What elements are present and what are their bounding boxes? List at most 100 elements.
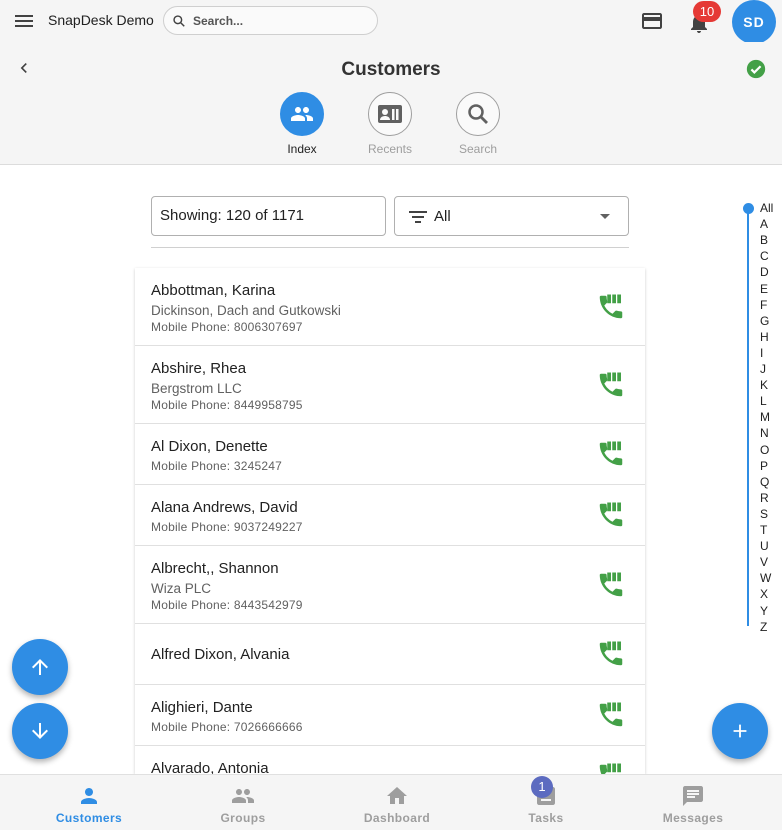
customer-company: Bergstrom LLC <box>151 381 242 396</box>
list-item[interactable]: Albrecht,, Shannon Wiza PLC Mobile Phone… <box>135 546 645 624</box>
alphabet-letter[interactable]: L <box>760 394 767 408</box>
customer-name: Albrecht,, Shannon <box>151 560 279 577</box>
alphabet-letter[interactable]: B <box>760 233 768 247</box>
alphabet-letter[interactable]: O <box>760 443 769 457</box>
nav-dashboard[interactable]: Dashboard <box>337 775 457 830</box>
alphabet-letter[interactable]: All <box>760 201 773 215</box>
alphabet-letter[interactable]: X <box>760 587 768 601</box>
search-icon <box>173 15 185 27</box>
top-app-bar: SnapDesk Demo 10 SD <box>0 0 782 44</box>
call-phone-icon[interactable] <box>596 370 626 400</box>
alphabet-letter[interactable]: F <box>760 298 767 312</box>
bottom-navigation: Customers Groups Dashboard Tasks Message… <box>0 774 782 830</box>
arrow-up-icon <box>32 659 48 675</box>
scroll-down-button[interactable] <box>12 703 68 759</box>
list-item[interactable]: Alvarado, Antonia <box>135 746 645 774</box>
groups-icon <box>232 789 254 803</box>
customer-company: Dickinson, Dach and Gutkowski <box>151 303 341 318</box>
call-phone-icon[interactable] <box>596 570 626 600</box>
plus-icon <box>733 724 747 738</box>
alphabet-selected-dot <box>743 203 754 214</box>
message-icon <box>683 786 703 806</box>
list-item[interactable]: Alighieri, Dante Mobile Phone: 702666666… <box>135 685 645 746</box>
search-input[interactable] <box>193 12 363 30</box>
search-icon <box>468 104 488 124</box>
tasks-count-badge: 1 <box>531 776 553 798</box>
alphabet-letter[interactable]: D <box>760 265 769 279</box>
scroll-up-button[interactable] <box>12 639 68 695</box>
call-phone-icon[interactable] <box>596 500 626 530</box>
list-item[interactable]: Abshire, Rhea Bergstrom LLC Mobile Phone… <box>135 346 645 424</box>
customer-name: Alfred Dixon, Alvania <box>151 646 290 663</box>
showing-count-field: Showing: 120 of 1171 <box>151 196 386 236</box>
alphabet-letter[interactable]: C <box>760 249 769 263</box>
alphabet-letter[interactable]: N <box>760 426 769 440</box>
people-icon <box>291 107 313 121</box>
check-circle-icon <box>745 58 767 85</box>
alphabet-letter[interactable]: K <box>760 378 768 392</box>
customer-name: Alana Andrews, David <box>151 499 298 516</box>
filter-select[interactable]: All <box>394 196 629 236</box>
call-phone-icon[interactable] <box>596 761 626 774</box>
alphabet-letter[interactable]: U <box>760 539 769 553</box>
customer-name: Al Dixon, Denette <box>151 438 268 455</box>
alphabet-letter[interactable]: V <box>760 555 768 569</box>
list-item[interactable]: Abbottman, Karina Dickinson, Dach and Gu… <box>135 268 645 346</box>
nav-customers[interactable]: Customers <box>29 775 149 830</box>
nav-label: Messages <box>662 811 724 825</box>
call-phone-icon[interactable] <box>596 292 626 322</box>
customer-list: Abbottman, Karina Dickinson, Dach and Gu… <box>135 268 645 774</box>
alphabet-letter[interactable]: Z <box>760 620 767 634</box>
alphabet-letter[interactable]: E <box>760 282 768 296</box>
alphabet-letter[interactable]: A <box>760 217 768 231</box>
contact-card-icon <box>378 105 402 123</box>
tab-search[interactable]: Search <box>448 92 508 156</box>
list-item[interactable]: Al Dixon, Denette Mobile Phone: 3245247 <box>135 424 645 485</box>
alphabet-track <box>747 208 749 626</box>
customer-name: Abshire, Rhea <box>151 360 247 377</box>
call-phone-icon[interactable] <box>596 639 626 669</box>
customer-phone: Mobile Phone: 7026666666 <box>151 720 303 734</box>
alphabet-index[interactable]: All A B C D E F G H I J K L M N O P Q R S T U V W X Y Z <box>742 200 782 634</box>
tab-recents[interactable]: Recents <box>360 92 420 156</box>
filter-icon <box>408 208 428 231</box>
alphabet-letter[interactable]: G <box>760 314 769 328</box>
avatar[interactable]: SD <box>732 0 776 44</box>
alphabet-letter[interactable]: Q <box>760 475 769 489</box>
alphabet-letter[interactable]: W <box>760 571 771 585</box>
nav-label: Tasks <box>528 811 564 825</box>
call-phone-icon[interactable] <box>596 700 626 730</box>
customer-phone: Mobile Phone: 8449958795 <box>151 398 303 412</box>
filter-selected-value: All <box>434 208 451 225</box>
customer-phone: Mobile Phone: 8006307697 <box>151 320 303 334</box>
alphabet-letter[interactable]: Y <box>760 604 768 618</box>
nav-label: Groups <box>220 811 266 825</box>
customer-phone: Mobile Phone: 8443542979 <box>151 598 303 612</box>
customer-name: Alighieri, Dante <box>151 699 253 716</box>
tab-recents-label: Recents <box>367 142 413 156</box>
call-phone-icon[interactable] <box>596 439 626 469</box>
credit-card-icon[interactable] <box>640 9 664 38</box>
alphabet-letter[interactable]: R <box>760 491 769 505</box>
alphabet-letter[interactable]: M <box>760 410 770 424</box>
alphabet-letter[interactable]: H <box>760 330 769 344</box>
customer-company: Wiza PLC <box>151 581 212 596</box>
alphabet-letter[interactable]: T <box>760 523 767 537</box>
page-header: Customers Index Recents Search <box>0 42 782 165</box>
alphabet-letter[interactable]: S <box>760 507 768 521</box>
search-box[interactable] <box>163 6 378 35</box>
nav-messages[interactable]: Messages <box>633 775 753 830</box>
alphabet-letter[interactable]: I <box>760 346 763 360</box>
customer-phone: Mobile Phone: 3245247 <box>151 459 282 473</box>
nav-label: Dashboard <box>363 811 431 825</box>
alphabet-letter[interactable]: P <box>760 459 768 473</box>
list-item[interactable]: Alana Andrews, David Mobile Phone: 90372… <box>135 485 645 546</box>
nav-label: Customers <box>55 811 123 825</box>
person-icon <box>81 788 97 804</box>
alphabet-letter[interactable]: J <box>760 362 766 376</box>
nav-groups[interactable]: Groups <box>183 775 303 830</box>
add-customer-button[interactable] <box>712 703 768 759</box>
menu-icon[interactable] <box>12 9 36 33</box>
list-item[interactable]: Alfred Dixon, Alvania <box>135 624 645 685</box>
tab-index[interactable]: Index <box>272 92 332 156</box>
